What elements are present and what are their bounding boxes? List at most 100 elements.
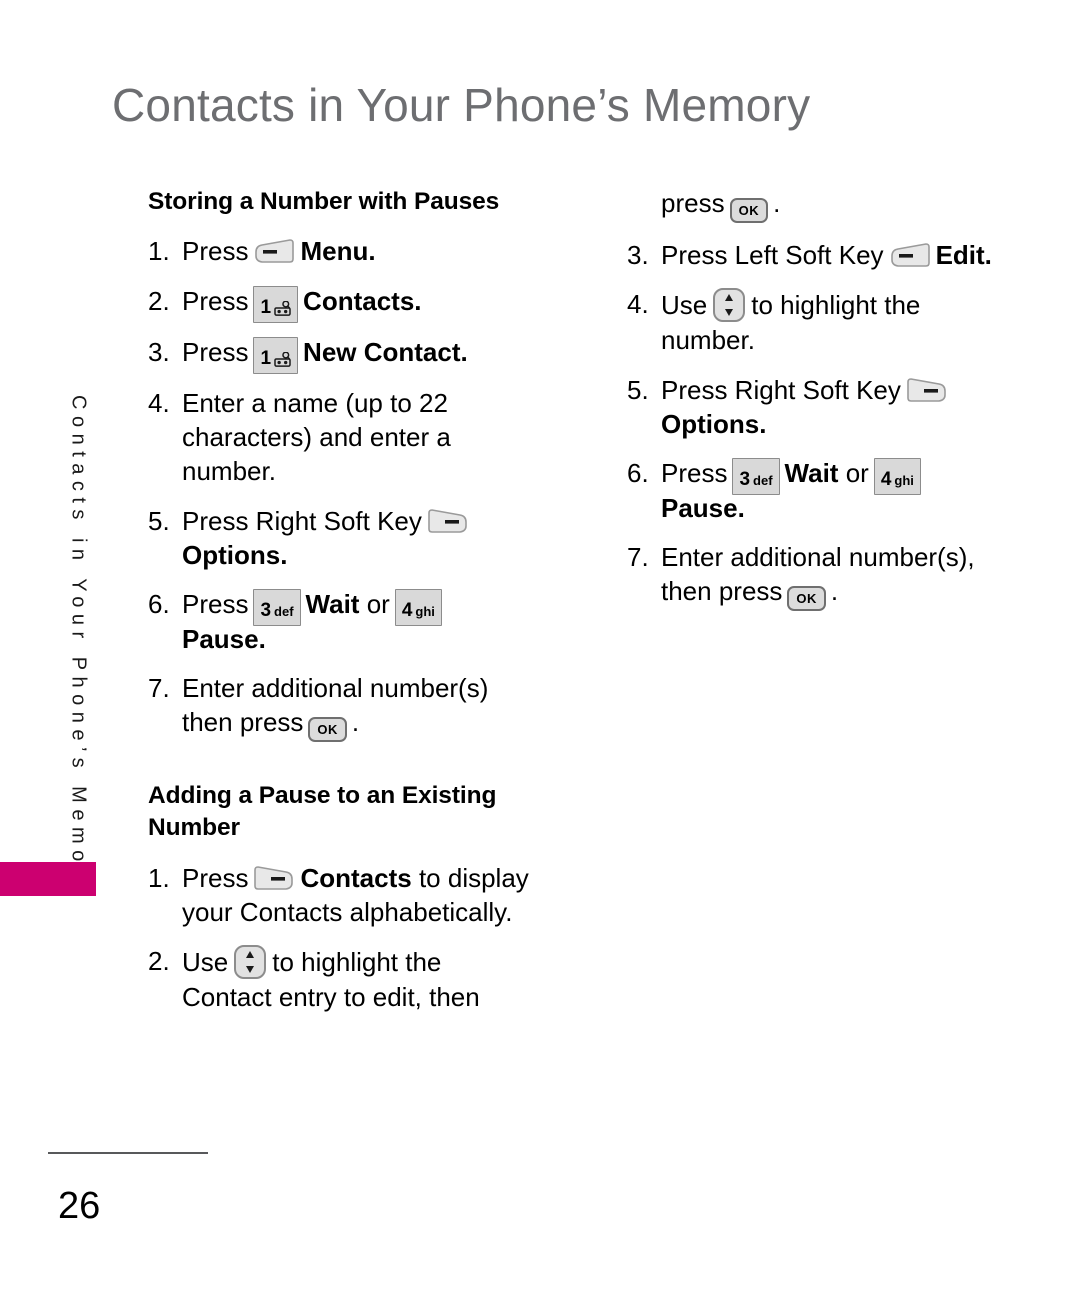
step-number: 5. — [627, 374, 649, 405]
step-text: Press — [661, 458, 728, 489]
key-digit: 3 — [260, 600, 272, 622]
step-text-line: Enter additional number(s) — [182, 672, 489, 703]
step-text-line: number. — [182, 456, 276, 487]
step-emphasis: New Contact. — [303, 336, 468, 367]
navigation-key-icon — [712, 287, 746, 323]
step-item: 5. Press Right Soft Key Options. — [627, 373, 1007, 442]
key-digit: 1 — [260, 296, 272, 318]
step-body: Use to highlight the number. — [661, 287, 1007, 357]
step-item: 3. Press 1 New Contact. — [148, 335, 548, 374]
right-soft-key-icon — [427, 508, 469, 535]
step-body: Press Left Soft Key Edit. — [661, 238, 1007, 272]
step-text: . — [830, 576, 839, 607]
step-body: Press 1 New Contact. — [182, 335, 548, 374]
step-text-line: then press OK. — [661, 574, 1007, 612]
step-emphasis: Menu. — [300, 236, 376, 267]
step-number: 5. — [148, 505, 170, 536]
key-letters: def — [753, 473, 773, 489]
step-item: 7. Enter additional number(s), then pres… — [627, 540, 1007, 612]
left-soft-key-icon — [889, 243, 931, 269]
step-emphasis: Contacts. — [303, 285, 422, 316]
footer-divider — [48, 1152, 208, 1154]
step-item: 7. Enter additional number(s) then press… — [148, 671, 548, 743]
step-text: Press — [182, 589, 249, 620]
left-soft-key-icon — [253, 239, 295, 265]
right-soft-key-icon — [253, 865, 295, 892]
ok-key-icon: OK — [729, 198, 769, 223]
step-number: 1. — [148, 862, 170, 893]
key-1-voicemail-icon: 1 — [253, 285, 299, 323]
step-text-line: Enter a name (up to 22 — [182, 387, 448, 418]
step-number: 6. — [627, 458, 649, 489]
step-text: Press — [182, 285, 249, 316]
voicemail-icon — [274, 294, 291, 320]
step-body: Enter additional number(s) then press OK. — [182, 671, 548, 743]
key-digit: 3 — [739, 469, 751, 491]
step-item: 1. Press Contacts to display your Contact… — [148, 861, 548, 930]
step-text: Use — [661, 290, 708, 321]
step-text: or — [845, 458, 869, 489]
step-text-line: Contact entry to edit, then — [182, 982, 480, 1013]
step-item: 6. Press 3 def Wait or 4 ghi Pause. — [148, 587, 548, 656]
step-text: then press — [182, 707, 304, 738]
step-text: Press — [182, 336, 249, 367]
key-digit: 4 — [401, 600, 413, 622]
step-item: 2. Use to highlight the Contact entry to … — [148, 944, 548, 1014]
step-item: 4. Use to highlight the number. — [627, 287, 1007, 357]
section-heading-adding-pause-existing-number: Adding a Pause to an Existing Number — [148, 780, 548, 845]
step-number: 2. — [148, 285, 170, 316]
step-item: 2. Press 1 Contacts. — [148, 284, 548, 323]
voicemail-icon — [274, 345, 291, 371]
chapter-color-tab — [0, 862, 96, 896]
step-item: 6. Press 3 def Wait or 4 ghi Pause. — [627, 456, 1007, 525]
step-number: 2. — [148, 946, 170, 977]
step-text-line: then press OK. — [182, 705, 548, 743]
running-head-text: Contacts in Your Phone’s Memory — [67, 395, 90, 898]
right-soft-key-icon — [906, 377, 948, 404]
step-emphasis: Contacts — [300, 862, 412, 893]
key-4-ghi: 4 ghi — [394, 589, 442, 627]
step-emphasis: Options. — [182, 539, 288, 570]
step-text: to highlight the — [272, 947, 442, 978]
step-item: 4. Enter a name (up to 22 characters) an… — [148, 386, 548, 489]
step-text: to display — [418, 862, 529, 893]
step-number: 4. — [148, 387, 170, 418]
step-number: 3. — [148, 336, 170, 367]
step-text: . — [773, 188, 781, 218]
step-body: Press 3 def Wait or 4 ghi Pause. — [182, 587, 548, 656]
key-letters: ghi — [415, 604, 435, 620]
heading-line: Number — [148, 814, 240, 842]
step-text: Press — [182, 862, 249, 893]
step-emphasis: Pause. — [661, 492, 745, 523]
step-text: Press Right Soft Key — [182, 505, 422, 536]
key-letters: ghi — [894, 473, 914, 489]
key-digit: 4 — [880, 469, 892, 491]
page-title: Contacts in Your Phone’s Memory — [112, 79, 811, 131]
step-text: Press Left Soft Key — [661, 240, 884, 270]
step-emphasis: Options. — [661, 408, 767, 439]
step-text: to highlight the — [751, 290, 921, 321]
ok-key-icon: OK — [787, 586, 826, 612]
key-3-def: 3 def — [253, 589, 301, 627]
step-text-line: your Contacts alphabetically. — [182, 897, 513, 928]
step-body: Press Right Soft Key Options. — [182, 504, 548, 573]
step-continuation: press OK. — [627, 186, 1007, 223]
step-body: Enter additional number(s), then press OK… — [661, 540, 1007, 612]
step-text: then press — [661, 576, 783, 607]
step-number: 1. — [148, 236, 170, 267]
step-item: 5. Press Right Soft Key Options. — [148, 504, 548, 573]
step-item: 1. Press Menu. — [148, 234, 548, 268]
step-text: Press Right Soft Key — [661, 374, 901, 405]
step-emphasis: Pause. — [182, 623, 266, 654]
left-column: Storing a Number with Pauses 1. Press Men… — [148, 186, 548, 1030]
step-text: Use — [182, 947, 229, 978]
step-number: 7. — [148, 672, 170, 703]
step-item: 3. Press Left Soft Key Edit. — [627, 238, 1007, 272]
navigation-key-icon — [233, 944, 267, 980]
vertical-running-head: Contacts in Your Phone’s Memory — [60, 395, 96, 897]
step-body: Enter a name (up to 22 characters) and e… — [182, 386, 548, 489]
step-number: 3. — [627, 240, 649, 270]
step-body: Press Menu. — [182, 234, 548, 268]
step-body: Press Right Soft Key Options. — [661, 373, 1007, 442]
right-column: press OK. 3. Press Left Soft Key Edit. 4. … — [627, 186, 1007, 626]
